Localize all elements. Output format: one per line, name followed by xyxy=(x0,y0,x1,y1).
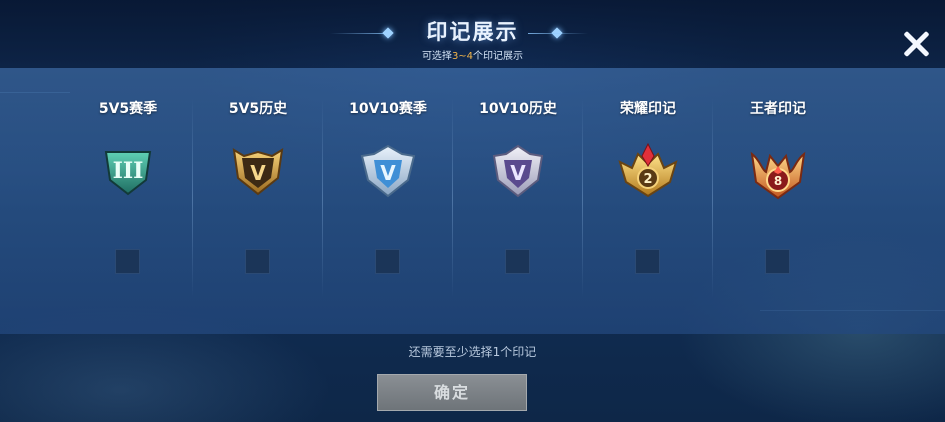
mark-column-10v10-history[interactable]: 10V10历史 V xyxy=(453,68,583,334)
mark-label: 5V5历史 xyxy=(228,101,288,117)
page-title: 印记展示 xyxy=(426,20,519,44)
mark-label: 王者印记 xyxy=(750,101,806,117)
select-checkbox[interactable] xyxy=(635,249,660,274)
silver-blue-v-shield-icon: V xyxy=(360,144,416,198)
select-checkbox[interactable] xyxy=(115,249,140,274)
mark-label: 荣耀印记 xyxy=(620,101,676,117)
svg-text:V: V xyxy=(250,161,266,185)
subtitle: 可选择3~4个印记展示 xyxy=(421,51,524,62)
king-level-number: 8 xyxy=(774,174,782,188)
select-checkbox[interactable] xyxy=(245,249,270,274)
selection-range: 3~4 xyxy=(451,51,474,62)
mark-column-king[interactable]: 王者印记 8 xyxy=(713,68,843,334)
king-emblem-8-icon: 8 xyxy=(750,151,806,200)
mark-label: 5V5赛季 xyxy=(98,101,158,117)
select-checkbox[interactable] xyxy=(505,249,530,274)
silver-purple-v-shield-icon: V xyxy=(492,144,544,198)
mark-column-5v5-season[interactable]: 5V5赛季 III xyxy=(63,68,193,334)
gold-v-shield-icon: V xyxy=(232,148,284,196)
close-icon[interactable] xyxy=(902,30,930,58)
svg-text:V: V xyxy=(510,161,526,185)
mark-column-10v10-season[interactable]: 10V10赛季 V xyxy=(323,68,453,334)
selection-hint: 还需要至少选择1个印记 xyxy=(408,345,537,359)
select-checkbox[interactable] xyxy=(765,249,790,274)
mark-column-5v5-history[interactable]: 5V5历史 V xyxy=(193,68,323,334)
bronze-iii-shield-icon: III xyxy=(104,151,152,196)
glory-level-number: 2 xyxy=(643,172,652,187)
mark-label: 10V10赛季 xyxy=(349,101,427,117)
title-bar: 印记展示 xyxy=(0,6,945,46)
select-checkbox[interactable] xyxy=(375,249,400,274)
mark-column-glory[interactable]: 荣耀印记 2 xyxy=(583,68,713,334)
svg-text:V: V xyxy=(380,161,396,185)
mark-label: 10V10历史 xyxy=(479,101,557,117)
svg-text:III: III xyxy=(113,158,144,184)
glory-crown-2-icon: 2 xyxy=(618,142,678,198)
confirm-button[interactable]: 确定 xyxy=(377,374,527,411)
